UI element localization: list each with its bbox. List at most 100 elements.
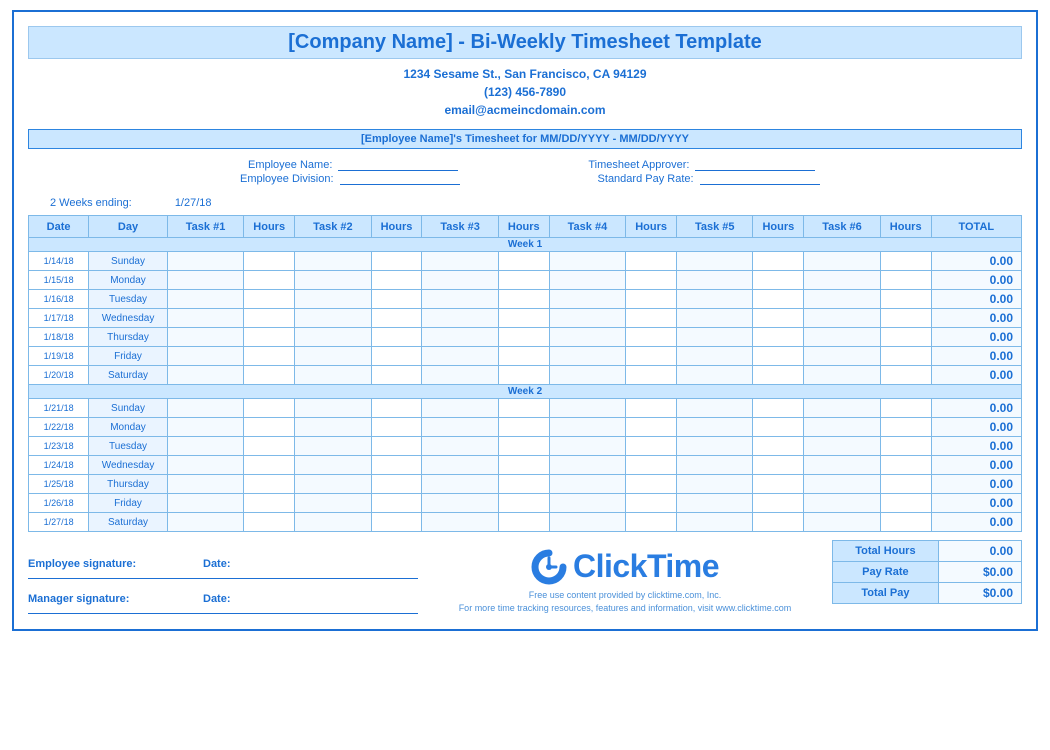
task-cell[interactable] [804,475,880,494]
task-cell[interactable] [422,418,498,437]
task-cell[interactable] [167,475,243,494]
task-cell[interactable] [677,513,753,532]
hours-cell[interactable] [880,328,931,347]
hours-cell[interactable] [244,347,295,366]
hours-cell[interactable] [753,328,804,347]
pay-rate-field[interactable] [700,173,820,185]
task-cell[interactable] [295,475,371,494]
hours-cell[interactable] [880,437,931,456]
hours-cell[interactable] [498,456,549,475]
task-cell[interactable] [295,290,371,309]
hours-cell[interactable] [626,309,677,328]
hours-cell[interactable] [753,418,804,437]
task-cell[interactable] [167,456,243,475]
task-cell[interactable] [549,328,625,347]
hours-cell[interactable] [371,271,422,290]
hours-cell[interactable] [371,437,422,456]
task-cell[interactable] [549,513,625,532]
task-cell[interactable] [422,456,498,475]
task-cell[interactable] [677,271,753,290]
hours-cell[interactable] [371,494,422,513]
hours-cell[interactable] [371,513,422,532]
task-cell[interactable] [549,271,625,290]
task-cell[interactable] [295,437,371,456]
hours-cell[interactable] [753,271,804,290]
task-cell[interactable] [295,366,371,385]
division-field[interactable] [340,173,460,185]
hours-cell[interactable] [244,252,295,271]
hours-cell[interactable] [753,252,804,271]
task-cell[interactable] [549,309,625,328]
hours-cell[interactable] [498,366,549,385]
hours-cell[interactable] [626,418,677,437]
task-cell[interactable] [677,366,753,385]
task-cell[interactable] [549,494,625,513]
task-cell[interactable] [167,347,243,366]
task-cell[interactable] [167,437,243,456]
task-cell[interactable] [295,252,371,271]
hours-cell[interactable] [371,290,422,309]
hours-cell[interactable] [626,271,677,290]
task-cell[interactable] [167,366,243,385]
task-cell[interactable] [167,399,243,418]
hours-cell[interactable] [626,347,677,366]
task-cell[interactable] [422,437,498,456]
hours-cell[interactable] [498,437,549,456]
task-cell[interactable] [677,309,753,328]
hours-cell[interactable] [371,456,422,475]
hours-cell[interactable] [371,347,422,366]
task-cell[interactable] [804,513,880,532]
hours-cell[interactable] [498,418,549,437]
hours-cell[interactable] [371,399,422,418]
hours-cell[interactable] [753,399,804,418]
task-cell[interactable] [677,399,753,418]
task-cell[interactable] [677,418,753,437]
task-cell[interactable] [804,309,880,328]
hours-cell[interactable] [244,437,295,456]
hours-cell[interactable] [498,309,549,328]
task-cell[interactable] [677,475,753,494]
hours-cell[interactable] [498,475,549,494]
task-cell[interactable] [677,328,753,347]
hours-cell[interactable] [753,437,804,456]
task-cell[interactable] [804,347,880,366]
task-cell[interactable] [422,290,498,309]
task-cell[interactable] [167,328,243,347]
hours-cell[interactable] [626,399,677,418]
hours-cell[interactable] [753,494,804,513]
hours-cell[interactable] [880,309,931,328]
hours-cell[interactable] [753,290,804,309]
hours-cell[interactable] [498,252,549,271]
task-cell[interactable] [167,418,243,437]
task-cell[interactable] [422,347,498,366]
task-cell[interactable] [804,456,880,475]
hours-cell[interactable] [244,290,295,309]
task-cell[interactable] [422,309,498,328]
hours-cell[interactable] [753,309,804,328]
task-cell[interactable] [804,399,880,418]
task-cell[interactable] [549,290,625,309]
task-cell[interactable] [167,290,243,309]
hours-cell[interactable] [244,271,295,290]
task-cell[interactable] [422,271,498,290]
hours-cell[interactable] [371,309,422,328]
hours-cell[interactable] [371,328,422,347]
hours-cell[interactable] [244,456,295,475]
hours-cell[interactable] [880,475,931,494]
hours-cell[interactable] [498,347,549,366]
task-cell[interactable] [804,271,880,290]
hours-cell[interactable] [880,290,931,309]
task-cell[interactable] [549,437,625,456]
task-cell[interactable] [804,494,880,513]
hours-cell[interactable] [880,252,931,271]
hours-cell[interactable] [244,418,295,437]
hours-cell[interactable] [244,513,295,532]
task-cell[interactable] [677,437,753,456]
hours-cell[interactable] [626,328,677,347]
task-cell[interactable] [549,366,625,385]
task-cell[interactable] [677,456,753,475]
hours-cell[interactable] [880,347,931,366]
task-cell[interactable] [804,328,880,347]
task-cell[interactable] [422,328,498,347]
task-cell[interactable] [549,347,625,366]
